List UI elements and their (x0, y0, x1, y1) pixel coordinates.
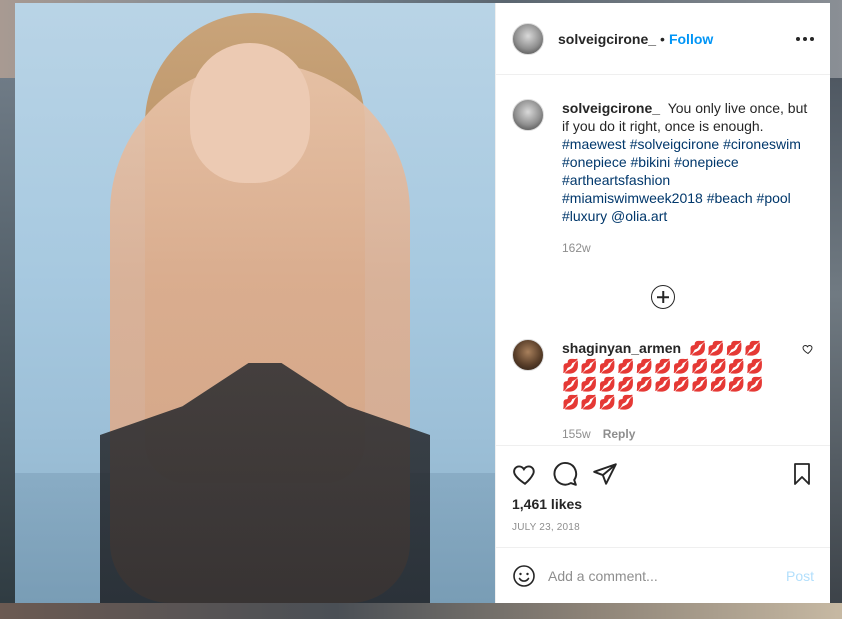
post-button[interactable]: Post (786, 568, 814, 584)
post-sidebar: solveigcirone_ • Follow solveigcirone_ Y… (495, 3, 830, 603)
comment-input[interactable] (548, 567, 786, 584)
comment-item: shaginyan_armen 💋💋💋💋💋💋💋💋💋💋💋💋💋💋💋💋💋💋💋💋💋💋💋💋… (512, 339, 814, 443)
plus-circle-icon[interactable] (651, 285, 675, 309)
commenter-avatar[interactable] (512, 339, 544, 371)
caption: solveigcirone_ You only live once, but i… (512, 99, 814, 257)
caption-avatar[interactable] (512, 99, 544, 131)
post-header: solveigcirone_ • Follow (496, 3, 830, 75)
post-photo[interactable] (15, 3, 495, 603)
comment-time[interactable]: 155w (562, 425, 591, 443)
comments-section: solveigcirone_ You only live once, but i… (496, 75, 830, 445)
reply-button[interactable]: Reply (603, 425, 636, 443)
author-avatar[interactable] (512, 22, 544, 55)
comment-author[interactable]: shaginyan_armen (562, 340, 681, 356)
author-username[interactable]: solveigcirone_ (558, 31, 656, 47)
post-date[interactable]: JULY 23, 2018 (512, 522, 814, 547)
share-icon[interactable] (592, 461, 618, 487)
caption-author[interactable]: solveigcirone_ (562, 100, 660, 116)
likes-count[interactable]: 1,461 likes (512, 496, 814, 512)
load-more-comments[interactable] (512, 285, 814, 309)
caption-time[interactable]: 162w (562, 239, 591, 257)
backdrop-right (830, 78, 842, 619)
backdrop-bottom (0, 603, 842, 619)
backdrop-left (0, 78, 15, 619)
action-bar: 1,461 likes JULY 23, 2018 (496, 445, 830, 547)
heart-icon[interactable] (512, 461, 538, 487)
caption-hashtags[interactable]: #maewest #solveigcirone #cironeswim #one… (562, 135, 814, 225)
follow-button[interactable]: Follow (669, 31, 713, 47)
smiley-icon[interactable] (512, 564, 536, 588)
post-modal: solveigcirone_ • Follow solveigcirone_ Y… (15, 3, 830, 603)
more-options-icon[interactable] (796, 36, 814, 41)
add-comment-bar: Post (496, 547, 830, 603)
comment-icon[interactable] (552, 461, 578, 487)
bookmark-icon[interactable] (790, 461, 814, 487)
header-separator: • (660, 30, 665, 47)
comment-like-icon[interactable] (802, 343, 814, 355)
